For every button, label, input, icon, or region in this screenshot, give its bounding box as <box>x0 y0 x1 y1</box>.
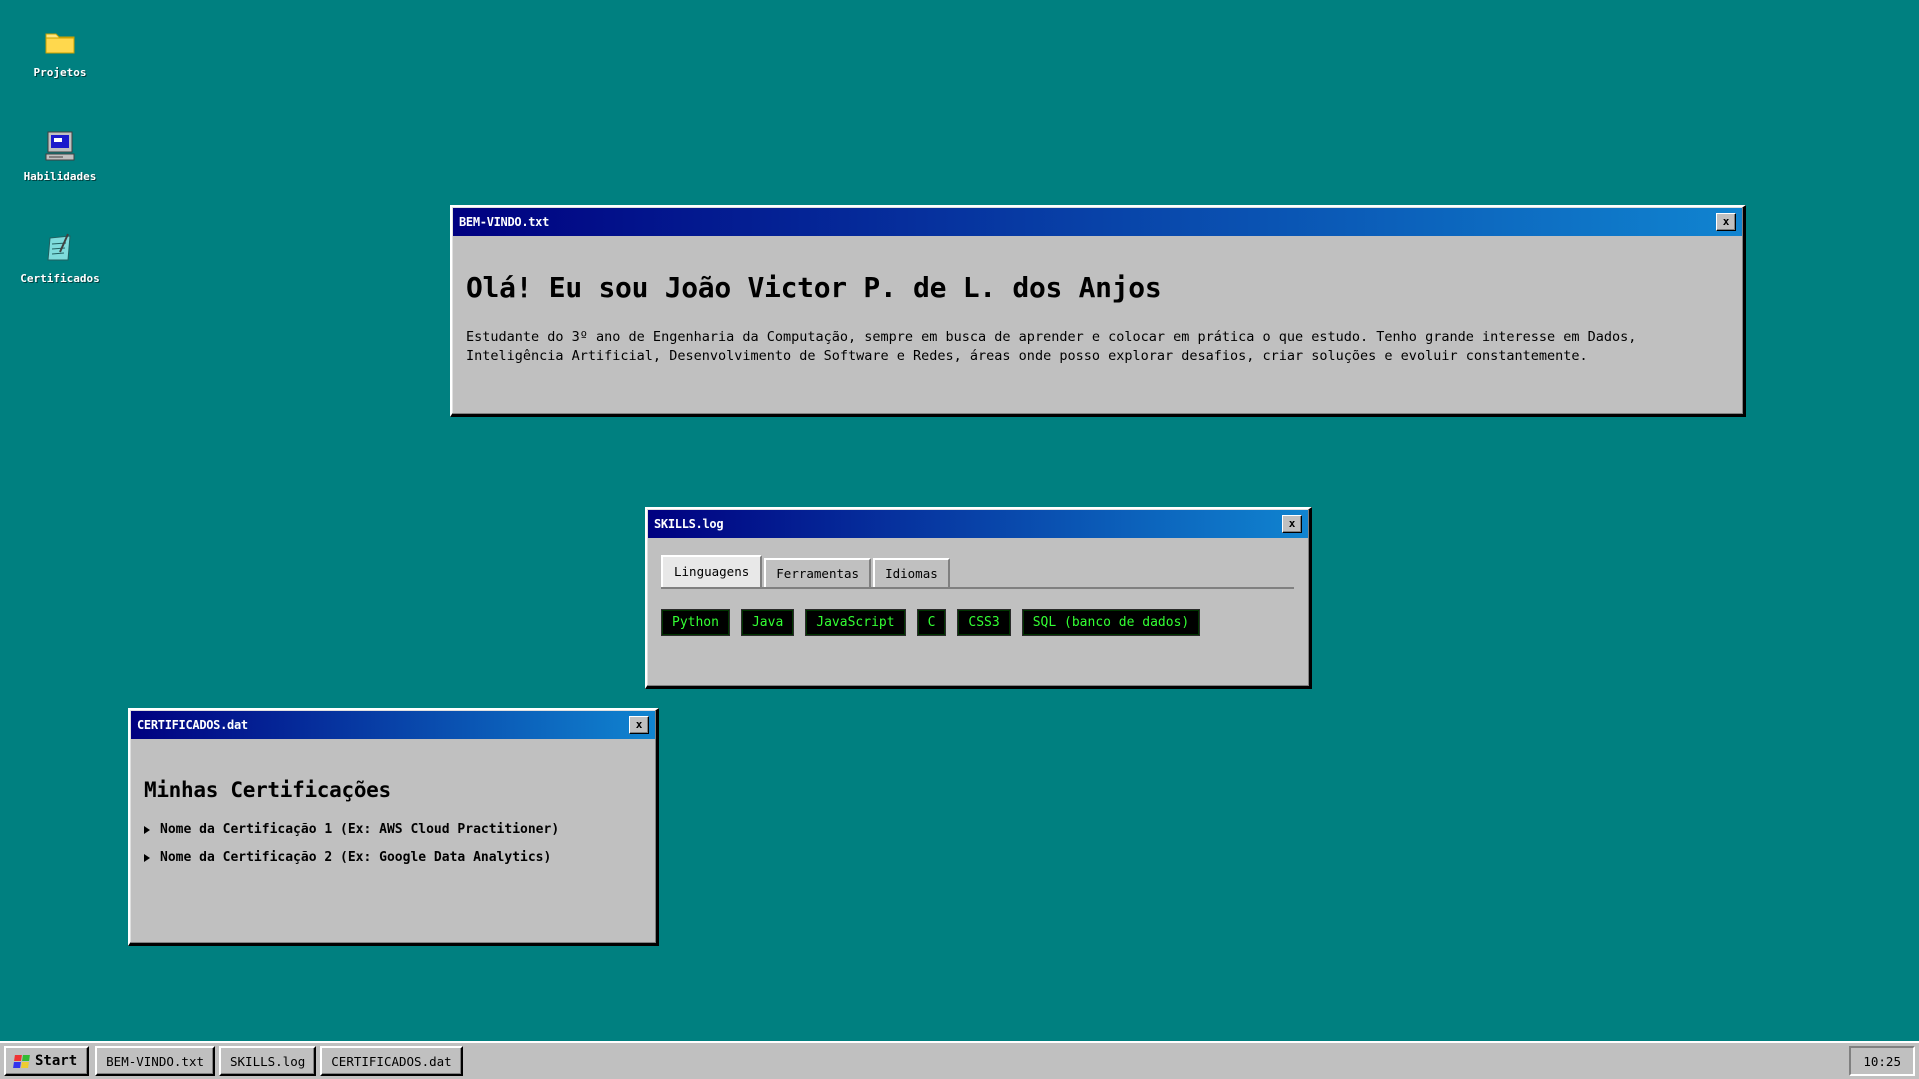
certificate-item[interactable]: Nome da Certificação 1 (Ex: AWS Cloud Pr… <box>144 822 642 837</box>
skills-window: SKILLS.log x Linguagens Ferramentas Idio… <box>645 507 1312 689</box>
start-button[interactable]: Start <box>4 1046 90 1076</box>
skill-chip: SQL (banco de dados) <box>1021 609 1201 636</box>
desktop-icon-certificados[interactable]: Certificados <box>20 228 100 285</box>
skill-chip: Python <box>661 609 730 636</box>
skill-chip: JavaScript <box>805 609 906 636</box>
certificates-window: CERTIFICADOS.dat x Minhas Certificações … <box>128 708 659 946</box>
window-titlebar[interactable]: BEM-VINDO.txt x <box>453 208 1742 236</box>
computer-icon <box>40 126 80 166</box>
welcome-heading: Olá! Eu sou João Victor P. de L. dos Anj… <box>466 271 1162 304</box>
skill-chip: C <box>916 609 947 636</box>
window-titlebar[interactable]: SKILLS.log x <box>648 510 1308 538</box>
certificate-label: Nome da Certificação 1 (Ex: AWS Cloud Pr… <box>160 822 560 837</box>
notepad-icon <box>40 228 80 268</box>
desktop: Projetos Habilidades Certificados BEM-VI… <box>0 0 1919 1041</box>
welcome-window: BEM-VINDO.txt x Olá! Eu sou João Victor … <box>450 205 1746 417</box>
certificates-heading: Minhas Certificações <box>144 778 391 802</box>
welcome-text: Estudante do 3º ano de Engenharia da Com… <box>466 329 1637 364</box>
tab-ferramentas[interactable]: Ferramentas <box>764 558 872 587</box>
tab-idiomas[interactable]: Idiomas <box>873 558 950 587</box>
window-titlebar[interactable]: CERTIFICADOS.dat x <box>131 711 655 739</box>
desktop-icon-projetos[interactable]: Projetos <box>20 22 100 79</box>
disclosure-triangle-icon <box>144 853 150 862</box>
disclosure-triangle-icon <box>144 825 150 834</box>
skills-tabs: Linguagens Ferramentas Idiomas <box>661 555 1294 589</box>
taskbar-button-bem-vindo[interactable]: BEM-VINDO.txt <box>95 1046 215 1076</box>
skill-chip: CSS3 <box>957 609 1011 636</box>
certificate-label: Nome da Certificação 2 (Ex: Google Data … <box>160 850 552 865</box>
taskbar-button-skills[interactable]: SKILLS.log <box>219 1046 317 1076</box>
tab-linguagens[interactable]: Linguagens <box>661 555 763 587</box>
desktop-icon-label: Projetos <box>33 66 87 79</box>
windows-logo-icon <box>13 1054 30 1068</box>
desktop-icon-label: Habilidades <box>23 170 97 183</box>
window-title: BEM-VINDO.txt <box>459 215 550 229</box>
taskbar: Start BEM-VINDO.txt SKILLS.log CERTIFICA… <box>0 1041 1919 1079</box>
window-title: SKILLS.log <box>654 517 724 531</box>
window-title: CERTIFICADOS.dat <box>137 718 248 732</box>
folder-icon <box>40 22 80 62</box>
start-label: Start <box>35 1053 78 1069</box>
close-button[interactable]: x <box>1282 515 1302 533</box>
certificate-item[interactable]: Nome da Certificação 2 (Ex: Google Data … <box>144 850 642 865</box>
taskbar-button-certificados[interactable]: CERTIFICADOS.dat <box>320 1046 463 1076</box>
skill-chip: Java <box>740 609 795 636</box>
taskbar-clock: 10:25 <box>1849 1046 1915 1076</box>
desktop-icon-label: Certificados <box>20 272 100 285</box>
desktop-icon-habilidades[interactable]: Habilidades <box>20 126 100 183</box>
skill-chips: Python Java JavaScript C CSS3 SQL (banco… <box>661 609 1295 636</box>
close-button[interactable]: x <box>1716 213 1736 231</box>
close-button[interactable]: x <box>629 716 649 734</box>
